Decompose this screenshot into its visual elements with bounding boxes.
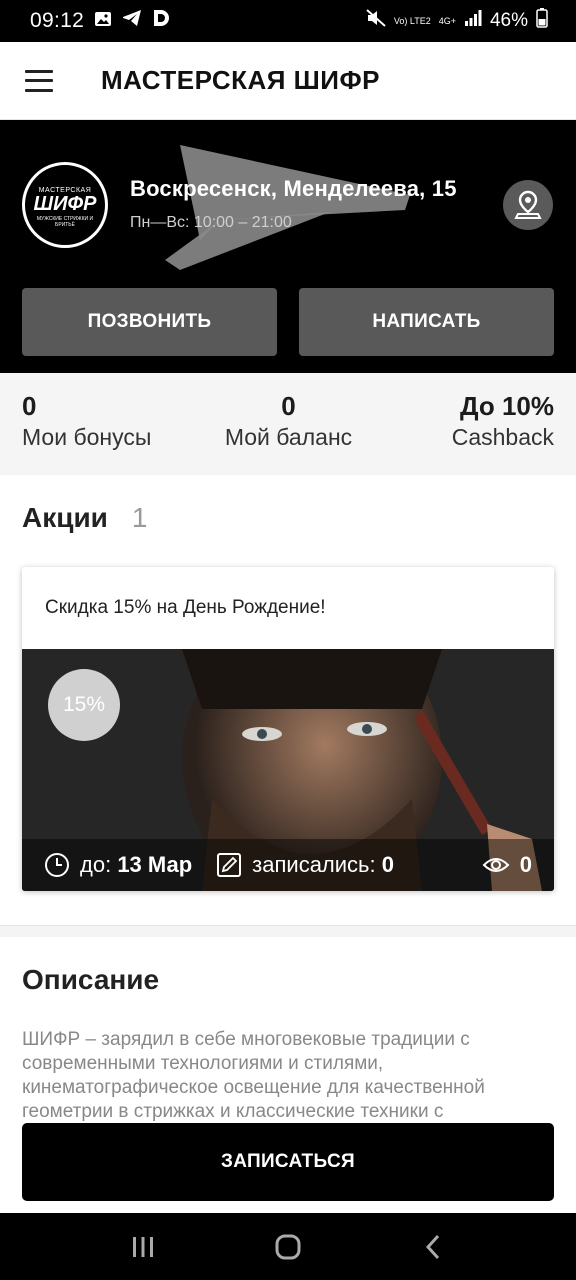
- signal-icon: [464, 10, 482, 32]
- until-value: 13 Мар: [117, 852, 193, 877]
- telegram-icon: [122, 9, 142, 33]
- razor-watermark-icon: [165, 145, 410, 270]
- battery-percent: 46%: [489, 10, 528, 31]
- stat-label: Мои бонусы: [22, 424, 152, 450]
- promotion-footer: до: 13 Мар записались: 0 0: [22, 839, 554, 891]
- description-title: Описание: [22, 964, 160, 995]
- promotions-count: 1: [131, 502, 148, 533]
- until-label: до:: [80, 852, 112, 877]
- stat-label: Мой баланс: [224, 424, 353, 450]
- home-icon: [275, 1234, 301, 1259]
- salon-hours: Пн—Вс: 10:00 – 21:00: [130, 214, 292, 231]
- stat-value: До 10%: [460, 391, 554, 421]
- edit-icon: [217, 853, 242, 877]
- views-value: 0: [519, 852, 532, 877]
- discount-badge: 15%: [48, 669, 120, 741]
- promotion-signed: записались: 0: [216, 852, 394, 878]
- recent-apps-button[interactable]: [113, 1225, 173, 1269]
- signed-label: записались:: [252, 852, 376, 877]
- back-icon: [426, 1234, 440, 1259]
- promotion-card[interactable]: Скидка 15% на День Рождение! 15% до: 13 …: [22, 567, 554, 891]
- call-button[interactable]: ПОЗВОНИТЬ: [22, 288, 277, 356]
- eye-icon: [482, 858, 510, 872]
- description-text: ШИФР – зарядил в себе многовековые тради…: [22, 1029, 485, 1122]
- menu-icon[interactable]: [25, 69, 53, 92]
- back-button[interactable]: [403, 1225, 463, 1269]
- logo-sub-text: МУЖСКИЕ СТРИЖКИ И БРИТЬЁ: [36, 215, 94, 228]
- stats-panel: 0 Мои бонусы 0 Мой баланс До 10% Cashbac…: [0, 373, 576, 475]
- app-bar: МАСТЕРСКАЯ ШИФР: [0, 42, 576, 120]
- stat-balance[interactable]: 0 Мой баланс: [221, 391, 356, 451]
- home-button[interactable]: [258, 1225, 318, 1269]
- write-button[interactable]: НАПИСАТЬ: [299, 288, 554, 356]
- gallery-icon: [94, 10, 112, 33]
- salon-header: МАСТЕРСКАЯ ШИФР МУЖСКИЕ СТРИЖКИ И БРИТЬЁ…: [0, 120, 576, 373]
- promotion-views: 0: [482, 852, 532, 878]
- location-pin-icon: [514, 190, 542, 219]
- promotions-header: Акции 1: [22, 502, 147, 534]
- d-app-icon: [152, 9, 170, 33]
- mute-icon: [366, 9, 386, 33]
- promotion-image: 15% до: 13 Мар записались: 0 0: [22, 649, 554, 891]
- promotion-until: до: 13 Мар: [44, 852, 192, 878]
- salon-logo: МАСТЕРСКАЯ ШИФР МУЖСКИЕ СТРИЖКИ И БРИТЬЁ: [22, 162, 108, 248]
- system-nav-bar: [0, 1213, 576, 1280]
- battery-icon: [536, 8, 548, 34]
- network-type: Vo) LTE2: [393, 15, 431, 26]
- logo-main-text: ШИФР: [33, 192, 97, 215]
- promotions-title: Акции: [22, 502, 108, 533]
- signed-value: 0: [381, 852, 395, 877]
- stat-value: 0: [281, 391, 296, 421]
- stat-cashback[interactable]: До 10% Cashback: [452, 391, 554, 451]
- salon-address: Воскресенск, Менделеева, 15: [130, 176, 457, 201]
- section-divider: [0, 925, 576, 937]
- status-right: Vo) LTE2 4G+ 46%: [366, 8, 548, 34]
- status-bar: 09:12 Vo) LTE2 4G+ 46%: [0, 0, 576, 42]
- signal-type: 4G+: [438, 15, 456, 26]
- stat-label: Cashback: [451, 424, 554, 450]
- clock-icon: [45, 853, 69, 877]
- status-left: 09:12: [30, 9, 170, 33]
- book-button[interactable]: ЗАПИСАТЬСЯ: [22, 1123, 554, 1201]
- status-time: 09:12: [30, 9, 85, 32]
- map-location-button[interactable]: [503, 180, 553, 230]
- stat-bonuses[interactable]: 0 Мои бонусы: [22, 391, 151, 451]
- page-title: МАСТЕРСКАЯ ШИФР: [101, 65, 381, 95]
- stat-value: 0: [22, 391, 37, 421]
- recent-apps-icon: [132, 1236, 153, 1257]
- promotion-title: Скидка 15% на День Рождение!: [45, 597, 326, 618]
